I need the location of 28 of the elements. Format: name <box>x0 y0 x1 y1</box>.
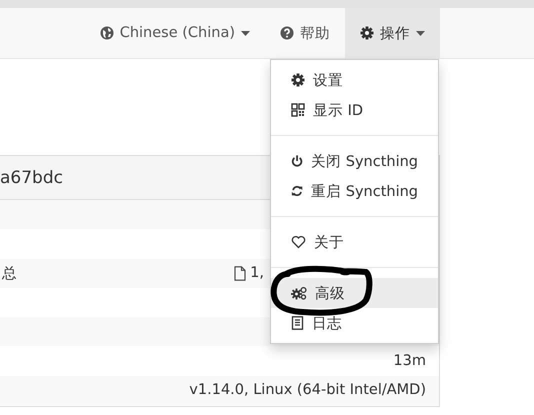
menu-item[interactable]: 重启 Syncthing <box>271 176 438 206</box>
row-value: v1.14.0, Linux (64-bit Intel/AMD) <box>189 382 426 398</box>
menu-item[interactable]: 设置 <box>271 65 438 95</box>
menu-item[interactable]: 日志 <box>271 308 438 338</box>
document-icon <box>291 316 304 330</box>
nav-link[interactable]: 帮助 <box>265 8 345 58</box>
qrcode-icon <box>291 103 305 117</box>
help-icon <box>280 26 294 40</box>
panel-title: a67bdc <box>0 168 63 188</box>
caret-icon <box>241 30 250 36</box>
power-icon <box>291 154 304 168</box>
menu-item[interactable]: 高级 <box>271 278 438 308</box>
settings-icon <box>360 26 374 40</box>
row-label: 总 <box>2 264 17 283</box>
row-value: 1, <box>250 265 264 282</box>
file-icon <box>234 266 246 281</box>
caret-icon <box>416 30 425 36</box>
settings-icon <box>291 73 305 87</box>
menu-item[interactable]: 关闭 Syncthing <box>271 146 438 176</box>
nav-link[interactable]: 操作 <box>345 8 440 58</box>
menu-item[interactable]: 关于 <box>271 227 438 257</box>
menu-item[interactable]: 显示 ID <box>271 95 438 125</box>
gears-icon <box>291 286 307 300</box>
refresh-icon <box>291 184 304 198</box>
heart-icon <box>291 235 306 249</box>
row-value: 13m <box>393 353 426 370</box>
nav-link[interactable]: Chinese (China) <box>84 8 265 58</box>
globe-icon <box>100 26 114 40</box>
